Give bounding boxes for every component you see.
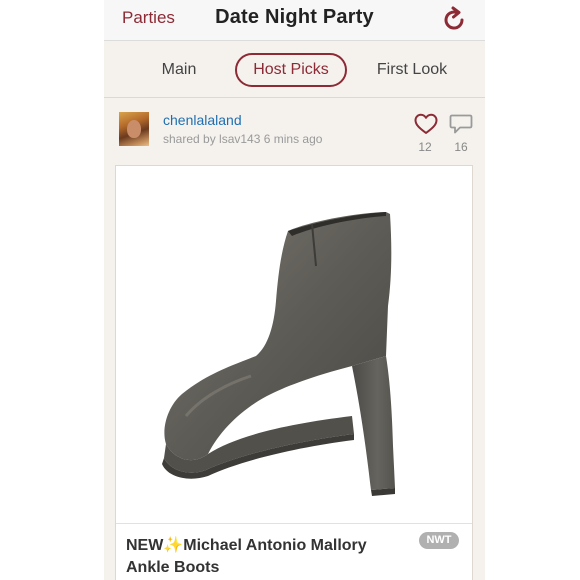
page-title: Date Night Party	[215, 6, 374, 28]
app-screen: Parties Date Night Party Main Host Picks…	[104, 0, 485, 580]
comment-count: 16	[454, 140, 468, 154]
comment-icon[interactable]	[448, 112, 474, 136]
condition-badge: NWT	[419, 532, 459, 549]
right-margin	[485, 0, 580, 580]
seller-username[interactable]: chenlalaland	[163, 112, 242, 128]
refresh-icon[interactable]	[439, 5, 469, 35]
listing-photo[interactable]	[116, 166, 472, 522]
party-tabs: Main Host Picks First Look	[104, 41, 485, 98]
tab-host-picks[interactable]: Host Picks	[235, 53, 347, 87]
like-count: 12	[418, 140, 432, 154]
listing-title[interactable]: NEW✨Michael Antonio Mallory Ankle Boots	[126, 535, 406, 579]
left-margin	[0, 0, 104, 580]
shared-by-text: shared by lsav143 6 mins ago	[163, 132, 323, 146]
title-prefix: NEW	[126, 537, 164, 554]
heart-icon[interactable]	[413, 112, 439, 136]
listing-card: NEW✨Michael Antonio Mallory Ankle Boots …	[115, 165, 473, 580]
tab-first-look[interactable]: First Look	[362, 54, 462, 86]
card-divider	[116, 523, 472, 524]
avatar[interactable]	[119, 112, 149, 146]
navigation-bar: Parties Date Night Party	[104, 0, 485, 41]
tab-main[interactable]: Main	[148, 54, 210, 86]
sparkle-icon: ✨	[163, 537, 184, 554]
listing-header: chenlalaland shared by lsav143 6 mins ag…	[104, 98, 485, 163]
